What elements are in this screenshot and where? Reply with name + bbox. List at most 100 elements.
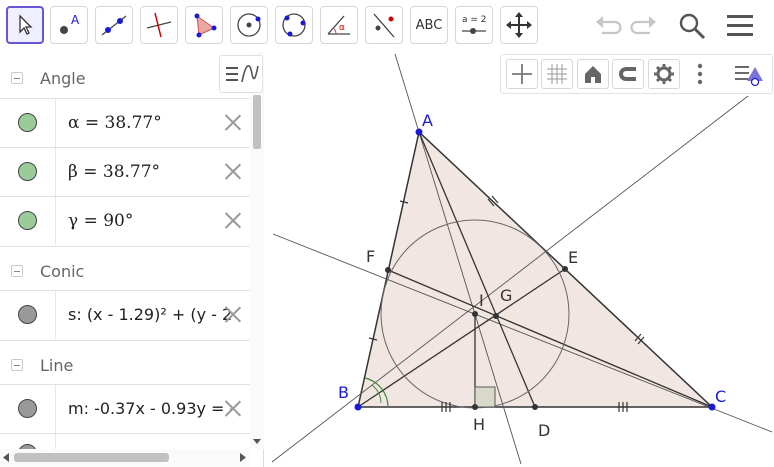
standard-view-button[interactable] — [577, 59, 609, 89]
delete-icon[interactable] — [224, 162, 242, 180]
search-button[interactable] — [674, 8, 710, 44]
horizontal-scroll-thumb[interactable] — [14, 453, 169, 462]
collapse-icon[interactable] — [11, 359, 23, 371]
algebra-value[interactable]: α = 38.77° — [68, 113, 162, 133]
polygon-icon — [194, 13, 217, 38]
group-header-angle[interactable]: Angle — [0, 54, 250, 102]
algebra-value[interactable]: β = 38.77° — [68, 162, 160, 182]
point-h[interactable] — [472, 404, 478, 410]
home-icon — [585, 66, 601, 83]
algebra-row[interactable]: m: -0.37x - 0.93y = - — [0, 384, 250, 433]
scroll-down-arrow-icon[interactable] — [253, 439, 261, 445]
algebra-row[interactable]: s: (x - 1.29)² + (y - 2 — [0, 290, 250, 339]
vertical-scroll-thumb[interactable] — [253, 95, 261, 149]
right-angle-marker — [474, 386, 496, 408]
triangle-abc[interactable] — [357, 130, 714, 408]
algebra-view: Angle α = 38.77° β = 38.77° γ = 90° Coni… — [0, 52, 264, 467]
circle-three-points-tool-button[interactable] — [275, 6, 313, 44]
group-header-line[interactable]: Line — [0, 340, 250, 389]
grid-toggle-button[interactable] — [541, 59, 573, 89]
algebra-value[interactable]: s: (x - 1.29)² + (y - 2 — [68, 305, 232, 324]
more-options-button[interactable] — [684, 59, 716, 89]
algebra-value[interactable]: m: -0.37x - 0.93y = - — [68, 399, 235, 418]
scroll-left-arrow-icon[interactable] — [3, 453, 9, 462]
menu-icon — [727, 15, 753, 36]
slider-tool-button[interactable]: a = 2 — [455, 6, 493, 44]
delete-icon[interactable] — [224, 305, 242, 323]
collapse-icon[interactable] — [11, 265, 23, 277]
redo-icon — [630, 16, 656, 35]
text-tool-button[interactable]: ABC — [410, 6, 448, 44]
algebra-row[interactable]: α = 38.77° — [0, 98, 250, 147]
delete-icon[interactable] — [224, 113, 242, 131]
label-d: D — [538, 421, 550, 440]
main-toolbar: A α ABC a = 2 — [0, 0, 774, 52]
visibility-dot-icon[interactable] — [18, 305, 37, 324]
move-arrows-icon — [506, 12, 532, 38]
point-f[interactable] — [385, 267, 391, 273]
delete-icon[interactable] — [224, 399, 242, 417]
line-tool-button[interactable] — [95, 6, 133, 44]
visibility-toggle[interactable] — [0, 385, 56, 433]
visibility-toggle[interactable] — [0, 148, 56, 196]
visibility-dot-icon[interactable] — [18, 113, 37, 132]
visibility-dot-icon[interactable] — [18, 399, 37, 418]
style-bar-toggle-button[interactable] — [733, 59, 765, 89]
point-tool-button[interactable]: A — [50, 6, 88, 44]
scroll-right-arrow-icon[interactable] — [240, 453, 246, 462]
magnet-icon — [619, 67, 636, 81]
visibility-toggle[interactable] — [0, 99, 56, 147]
group-title: Conic — [40, 261, 85, 281]
gear-icon — [654, 64, 674, 84]
delete-icon[interactable] — [224, 211, 242, 229]
algebra-value[interactable]: γ = 90° — [68, 211, 133, 231]
graphics-settings-button[interactable] — [648, 59, 680, 89]
label-g: G — [500, 286, 512, 305]
point-g[interactable] — [493, 313, 499, 319]
circle-three-points-icon — [282, 13, 306, 37]
move-graphics-view-tool-button[interactable] — [500, 6, 538, 44]
circle-center-tool-button[interactable] — [230, 6, 268, 44]
algebra-row[interactable]: γ = 90° — [0, 196, 250, 245]
label-c: C — [715, 387, 726, 406]
text-tool-label: ABC — [415, 17, 443, 33]
line-icon — [101, 15, 127, 36]
angle-icon: α — [327, 15, 350, 35]
graphics-view[interactable]: A B C D E F G I H — [264, 52, 774, 467]
algebra-row[interactable]: β = 38.77° — [0, 147, 250, 196]
visibility-toggle[interactable] — [0, 291, 56, 339]
more-vertical-icon — [697, 63, 703, 85]
point-icon: A — [60, 13, 80, 34]
label-e: E — [568, 248, 578, 267]
search-icon — [679, 13, 706, 40]
point-i[interactable] — [472, 311, 478, 317]
move-tool-button[interactable] — [6, 6, 44, 44]
point-b[interactable] — [354, 403, 362, 411]
point-capturing-button[interactable] — [612, 59, 644, 89]
visibility-dot-icon[interactable] — [18, 162, 37, 181]
svg-text:α: α — [339, 23, 345, 33]
slider-icon: a = 2 — [462, 15, 487, 34]
visibility-toggle[interactable] — [0, 197, 56, 245]
algebra-style-bar-toggle[interactable] — [219, 55, 263, 93]
point-d[interactable] — [532, 404, 538, 410]
visibility-dot-icon[interactable] — [18, 211, 37, 230]
graph-style-icon — [226, 65, 259, 83]
label-a: A — [422, 111, 433, 130]
polygon-tool-button[interactable] — [185, 6, 223, 44]
perpendicular-line-tool-button[interactable] — [140, 6, 178, 44]
undo-icon — [596, 16, 622, 35]
axes-toggle-button[interactable] — [506, 59, 538, 89]
label-i: I — [479, 291, 484, 310]
cursor-icon — [19, 14, 33, 35]
undo-button[interactable] — [589, 8, 625, 44]
group-header-conic[interactable]: Conic — [0, 246, 250, 295]
graphics-style-bar — [500, 54, 773, 94]
reflect-tool-button[interactable] — [365, 6, 403, 44]
label-f: F — [366, 247, 375, 266]
redo-button[interactable] — [627, 8, 663, 44]
axes-icon — [512, 64, 532, 84]
collapse-icon[interactable] — [11, 72, 23, 84]
angle-tool-button[interactable]: α — [320, 6, 358, 44]
menu-button[interactable] — [722, 8, 758, 44]
